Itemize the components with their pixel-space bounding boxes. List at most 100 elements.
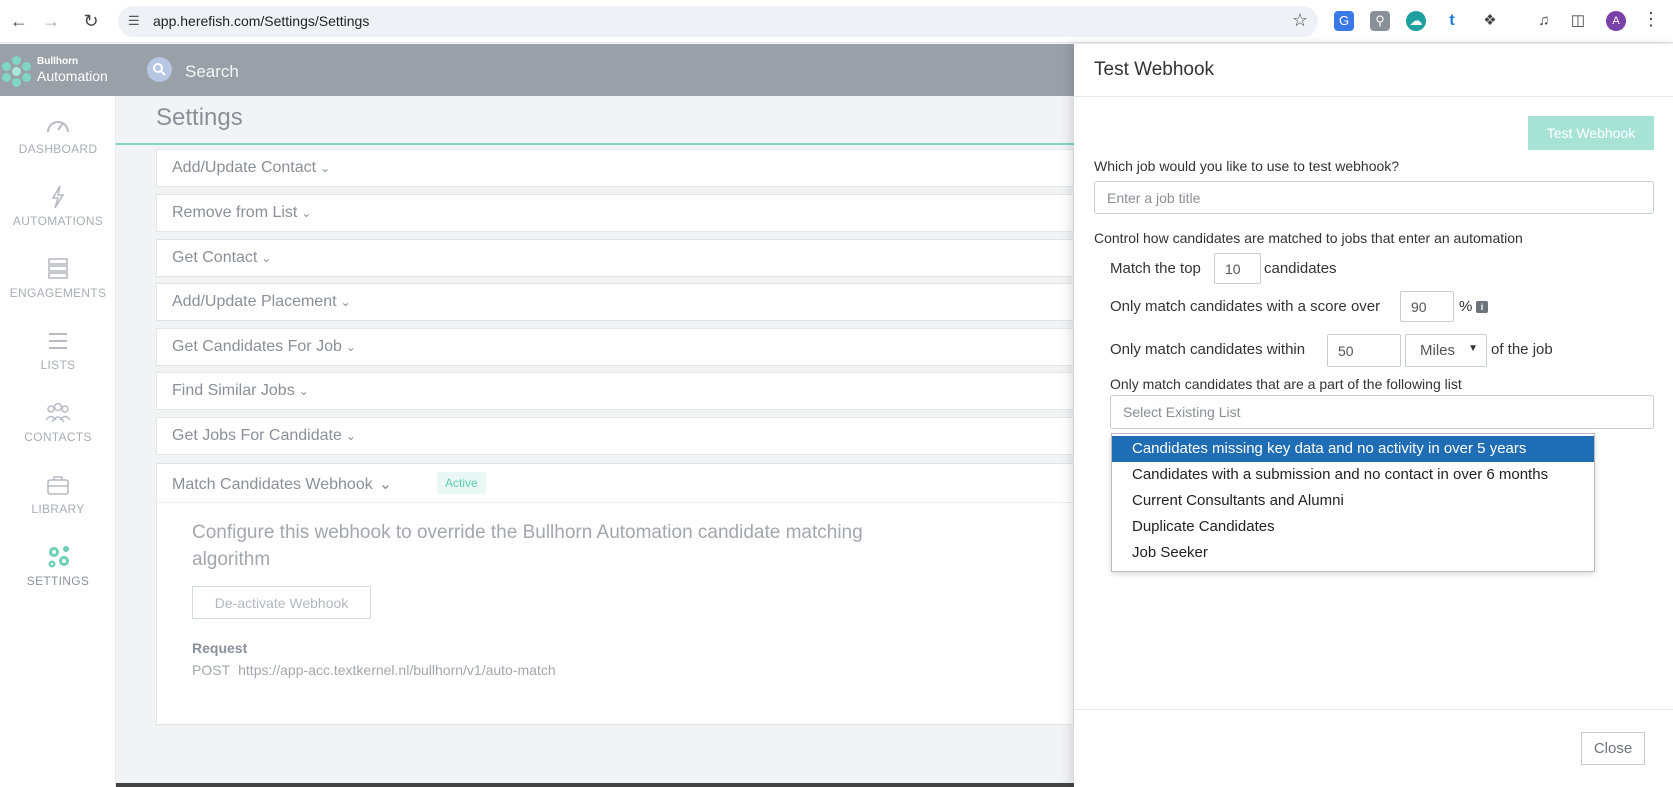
list-icon bbox=[49, 333, 67, 349]
sidebar-item-automations[interactable]: AUTOMATIONS bbox=[0, 184, 116, 244]
brand-name: Bullhorn bbox=[37, 56, 79, 67]
request-method: POST bbox=[192, 662, 231, 678]
search-input[interactable]: Search bbox=[185, 62, 239, 82]
side-panel-icon[interactable]: ◫ bbox=[1568, 11, 1588, 31]
accordion-label: Match Candidates Webhook bbox=[172, 476, 373, 493]
sidebar-item-label: AUTOMATIONS bbox=[12, 214, 104, 228]
back-icon[interactable]: ← bbox=[8, 10, 30, 32]
accordion-find-similar-jobs[interactable]: Find Similar Jobs ⌄ bbox=[156, 372, 1074, 410]
close-button[interactable]: Close bbox=[1581, 732, 1645, 765]
chevron-down-icon: ⌄ bbox=[320, 161, 331, 175]
sidebar-item-engagements[interactable]: ENGAGEMENTS bbox=[0, 256, 116, 316]
page-title: Settings bbox=[156, 104, 243, 131]
browser-menu-icon[interactable]: ⋮ bbox=[1642, 9, 1660, 30]
distance-unit-value: Miles bbox=[1420, 342, 1456, 359]
match-top-input[interactable] bbox=[1214, 253, 1261, 284]
sidebar-item-dashboard[interactable]: DASHBOARD bbox=[0, 112, 116, 172]
title-divider bbox=[116, 143, 1074, 145]
job-title-input[interactable] bbox=[1094, 181, 1654, 214]
lightning-icon bbox=[51, 185, 65, 209]
browser-toolbar: ← → ↻ ☰ app.herefish.com/Settings/Settin… bbox=[0, 0, 1673, 43]
accordion-get-contact[interactable]: Get Contact ⌄ bbox=[156, 239, 1074, 277]
sidebar-item-label: DASHBOARD bbox=[18, 142, 98, 156]
list-label: Only match candidates that are a part of… bbox=[1110, 376, 1462, 392]
accordion-remove-from-list[interactable]: Remove from List ⌄ bbox=[156, 194, 1074, 232]
url-text: app.herefish.com/Settings/Settings bbox=[153, 13, 370, 29]
sidebar-item-label: LISTS bbox=[40, 358, 76, 372]
match-top-prefix: Match the top bbox=[1110, 260, 1201, 277]
accordion-add-update-placement[interactable]: Add/Update Placement ⌄ bbox=[156, 283, 1074, 321]
t-extension-icon[interactable]: t bbox=[1442, 11, 1462, 31]
chevron-down-icon: ⌄ bbox=[261, 251, 272, 265]
chevron-down-icon: ⌄ bbox=[345, 429, 356, 443]
address-bar[interactable]: ☰ app.herefish.com/Settings/Settings ☆ bbox=[118, 6, 1318, 37]
bookmark-star-icon[interactable]: ☆ bbox=[1292, 10, 1308, 31]
sidebar-item-label: CONTACTS bbox=[24, 430, 92, 444]
site-settings-icon[interactable]: ☰ bbox=[128, 13, 144, 29]
accordion-label: Get Contact bbox=[172, 249, 258, 266]
panel-header: Test Webhook bbox=[1074, 44, 1673, 97]
profile-avatar[interactable]: A bbox=[1606, 11, 1626, 31]
request-label: Request bbox=[192, 640, 248, 656]
sidebar-item-label: LIBRARY bbox=[31, 502, 85, 516]
layers-icon bbox=[48, 258, 68, 279]
existing-list-select[interactable]: Select Existing List bbox=[1110, 395, 1654, 429]
accordion-label: Get Candidates For Job bbox=[172, 338, 342, 355]
chevron-down-icon: ⌄ bbox=[378, 476, 393, 493]
gears-icon bbox=[48, 546, 69, 568]
people-icon bbox=[45, 402, 71, 423]
accordion-label: Add/Update Placement bbox=[172, 293, 337, 310]
request-url: https://app-acc.textkernel.nl/bullhorn/v… bbox=[238, 662, 556, 678]
list-option[interactable]: Current Consultants and Alumni bbox=[1112, 488, 1594, 514]
gauge-icon bbox=[47, 121, 69, 133]
info-icon[interactable]: i bbox=[1476, 301, 1488, 313]
accordion-add-update-contact[interactable]: Add/Update Contact ⌄ bbox=[156, 149, 1074, 187]
bottom-overflow-strip bbox=[116, 783, 1074, 787]
sidebar-item-library[interactable]: LIBRARY bbox=[0, 472, 116, 532]
chevron-down-icon: ▼ bbox=[1468, 343, 1478, 354]
accordion-get-candidates-for-job[interactable]: Get Candidates For Job ⌄ bbox=[156, 328, 1074, 366]
deactivate-webhook-button[interactable]: De-activate Webhook bbox=[192, 586, 371, 619]
within-suffix: of the job bbox=[1491, 341, 1553, 358]
status-badge: Active bbox=[437, 472, 486, 494]
logo-mark-icon bbox=[2, 56, 32, 87]
translate-extension-icon[interactable]: G bbox=[1334, 11, 1354, 31]
match-top-suffix: candidates bbox=[1264, 260, 1337, 277]
score-input[interactable] bbox=[1400, 291, 1454, 322]
sidebar-item-contacts[interactable]: CONTACTS bbox=[0, 400, 116, 460]
distance-unit-select[interactable]: Miles ▼ bbox=[1405, 334, 1487, 367]
list-option[interactable]: Candidates missing key data and no activ… bbox=[1112, 436, 1594, 462]
score-suffix: % bbox=[1459, 298, 1473, 315]
sidebar-item-label: ENGAGEMENTS bbox=[9, 286, 107, 300]
chevron-down-icon: ⌄ bbox=[340, 295, 351, 309]
control-label: Control how candidates are matched to jo… bbox=[1094, 230, 1523, 246]
accordion-header[interactable]: Match Candidates Webhook ⌄ bbox=[172, 474, 392, 494]
list-option[interactable]: Candidates with a submission and no cont… bbox=[1112, 462, 1594, 488]
reload-icon[interactable]: ↻ bbox=[80, 10, 102, 32]
accordion-label: Add/Update Contact bbox=[172, 159, 317, 176]
request-line: POST https://app-acc.textkernel.nl/bullho… bbox=[192, 662, 556, 678]
search-icon[interactable] bbox=[147, 57, 172, 82]
score-prefix: Only match candidates with a score over bbox=[1110, 298, 1381, 315]
forward-icon[interactable]: → bbox=[40, 10, 62, 32]
distance-input[interactable] bbox=[1327, 334, 1401, 367]
chevron-down-icon: ⌄ bbox=[345, 340, 356, 354]
list-option[interactable]: Job Seeker bbox=[1112, 540, 1594, 566]
media-control-icon[interactable]: ♫ bbox=[1534, 11, 1554, 31]
test-webhook-button[interactable]: Test Webhook bbox=[1528, 116, 1654, 150]
search-extension-icon[interactable]: ⚲ bbox=[1370, 11, 1390, 31]
accordion-match-candidates-webhook: Match Candidates Webhook ⌄ Active Configu… bbox=[156, 463, 1075, 725]
accordion-label: Remove from List bbox=[172, 204, 298, 221]
test-webhook-panel: Test Webhook Test Webhook Which job woul… bbox=[1074, 44, 1673, 787]
sidebar-item-settings[interactable]: SETTINGS bbox=[0, 544, 116, 604]
main-content: Settings Add/Update Contact ⌄ Remove from… bbox=[116, 96, 1075, 787]
extensions-puzzle-icon[interactable]: ❖ bbox=[1480, 11, 1500, 31]
list-options-dropdown: Candidates missing key data and no activ… bbox=[1111, 433, 1595, 572]
cloud-extension-icon[interactable]: ☁ bbox=[1406, 11, 1426, 31]
accordion-get-jobs-for-candidate[interactable]: Get Jobs For Candidate ⌄ bbox=[156, 417, 1074, 455]
job-question-label: Which job would you like to use to test … bbox=[1094, 158, 1400, 174]
accordion-label: Find Similar Jobs bbox=[172, 382, 295, 399]
sidebar-item-lists[interactable]: LISTS bbox=[0, 328, 116, 388]
list-option[interactable]: Duplicate Candidates bbox=[1112, 514, 1594, 540]
bullhorn-automation-logo[interactable]: Bullhorn Automation bbox=[0, 52, 116, 92]
